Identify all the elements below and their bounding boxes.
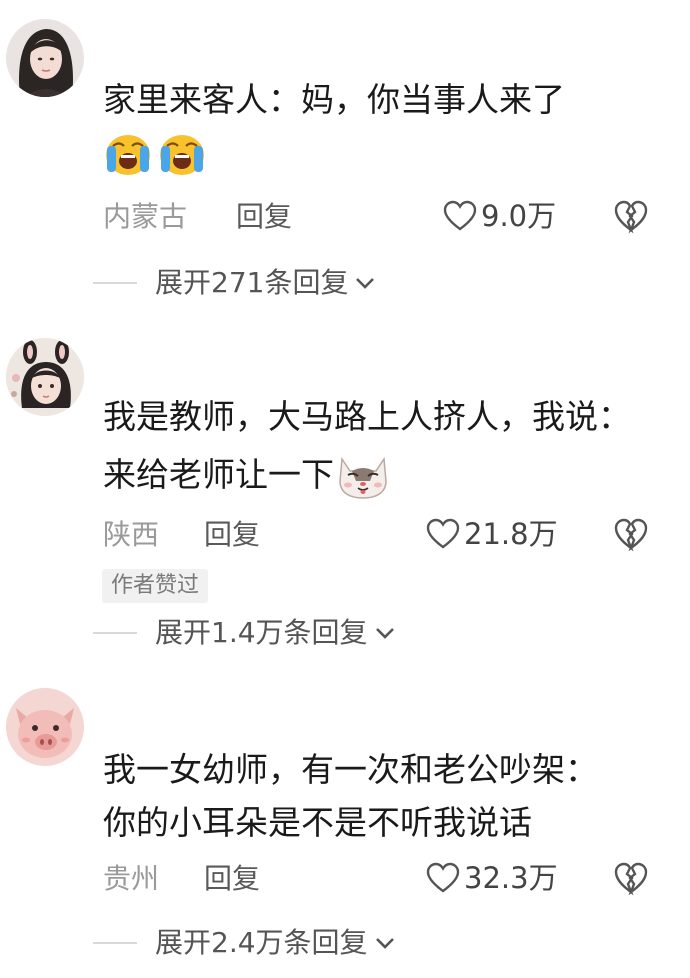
like-count: 9.0万 <box>481 199 557 233</box>
comment-text: 你的小耳朵是不是不听我说话 <box>103 803 532 842</box>
avatar[interactable] <box>6 688 84 766</box>
divider <box>93 282 137 284</box>
chevron-down-icon <box>375 628 394 639</box>
like-count: 32.3万 <box>464 861 558 895</box>
location-label: 贵州 <box>103 862 160 895</box>
location-label: 陕西 <box>103 518 160 551</box>
broken-heart-icon[interactable] <box>613 860 649 896</box>
loudly-crying-face-icon <box>160 135 204 175</box>
avatar[interactable] <box>6 338 84 416</box>
heart-icon <box>426 862 460 893</box>
broken-heart-icon[interactable] <box>613 516 649 552</box>
expand-label: 展开2.4万条回复 <box>155 926 368 959</box>
comment-text: 来给老师让一下 <box>103 451 390 499</box>
like-button[interactable]: 32.3万 <box>426 860 558 896</box>
expand-label: 展开1.4万条回复 <box>155 616 368 649</box>
chevron-down-icon <box>356 278 375 289</box>
emoji-row <box>103 132 207 176</box>
cat-face-icon <box>339 456 387 499</box>
divider <box>93 632 137 634</box>
chevron-down-icon <box>375 938 394 949</box>
comment-text: 我一女幼师，有一次和老公吵架： <box>103 750 598 789</box>
expand-replies-button[interactable]: 展开1.4万条回复 <box>93 615 396 651</box>
reply-button[interactable]: 回复 <box>236 199 292 235</box>
author-liked-badge: 作者赞过 <box>102 569 209 603</box>
loudly-crying-face-icon <box>106 135 150 175</box>
comment-text: 家里来客人：妈，你当事人来了 <box>103 80 565 119</box>
heart-icon <box>443 200 477 231</box>
like-button[interactable]: 21.8万 <box>426 516 558 552</box>
broken-heart-icon[interactable] <box>613 198 649 234</box>
like-count: 21.8万 <box>464 517 558 551</box>
like-button[interactable]: 9.0万 <box>443 198 556 234</box>
divider <box>93 942 137 944</box>
comment-text: 我是教师，大马路上人挤人，我说： <box>103 397 631 436</box>
comment-text-line: 来给老师让一下 <box>103 455 334 494</box>
heart-icon <box>426 518 460 549</box>
reply-button[interactable]: 回复 <box>204 517 260 553</box>
reply-button[interactable]: 回复 <box>204 861 260 897</box>
expand-replies-button[interactable]: 展开2.4万条回复 <box>93 925 396 961</box>
expand-label: 展开271条回复 <box>155 266 349 299</box>
location-label: 内蒙古 <box>103 200 188 233</box>
expand-replies-button[interactable]: 展开271条回复 <box>93 265 376 301</box>
avatar[interactable] <box>6 19 84 97</box>
